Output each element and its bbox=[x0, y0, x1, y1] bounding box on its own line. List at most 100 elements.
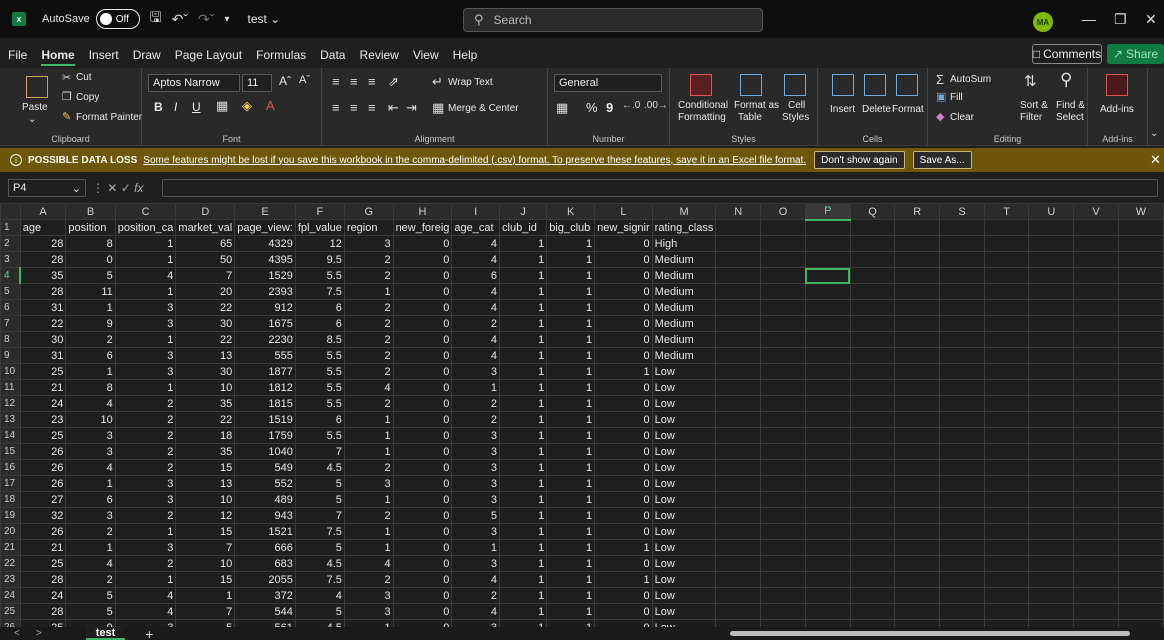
cell-j20[interactable]: 1 bbox=[499, 523, 548, 540]
cell-w11[interactable] bbox=[1117, 379, 1164, 396]
cell-t25[interactable] bbox=[983, 603, 1030, 620]
cell-w7[interactable] bbox=[1117, 315, 1164, 332]
cell-g6[interactable]: 2 bbox=[343, 299, 394, 316]
cell-q19[interactable] bbox=[849, 507, 896, 524]
format-as-table-icon[interactable] bbox=[740, 74, 762, 96]
cell-f25[interactable]: 5 bbox=[294, 603, 345, 620]
cell-o10[interactable] bbox=[760, 363, 806, 380]
row-header[interactable]: 20 bbox=[0, 523, 21, 540]
cell-e15[interactable]: 1040 bbox=[234, 443, 296, 460]
cell-g22[interactable]: 4 bbox=[343, 555, 394, 572]
cell-s17[interactable] bbox=[939, 475, 985, 492]
cell-g10[interactable]: 2 bbox=[343, 363, 394, 380]
cell-c11[interactable]: 1 bbox=[114, 379, 177, 396]
cell-u22[interactable] bbox=[1028, 555, 1075, 572]
cell-n2[interactable] bbox=[715, 235, 762, 252]
cell-w16[interactable] bbox=[1117, 459, 1164, 476]
cell-t2[interactable] bbox=[983, 235, 1030, 252]
cell-m13[interactable]: Low bbox=[651, 411, 717, 428]
cell-a12[interactable]: 24 bbox=[19, 395, 67, 412]
cell-v15[interactable] bbox=[1073, 443, 1119, 460]
cell-f2[interactable]: 12 bbox=[294, 235, 345, 252]
row-header[interactable]: 15 bbox=[0, 443, 21, 460]
tab-review[interactable]: Review bbox=[359, 48, 398, 62]
cell-j25[interactable]: 1 bbox=[499, 603, 548, 620]
cell-v10[interactable] bbox=[1073, 363, 1119, 380]
cell-w2[interactable] bbox=[1117, 235, 1164, 252]
cell-f7[interactable]: 6 bbox=[294, 315, 345, 332]
cell-m19[interactable]: Low bbox=[651, 507, 717, 524]
cell-j9[interactable]: 1 bbox=[499, 347, 548, 364]
column-header-c[interactable]: C bbox=[114, 203, 177, 220]
cell-n24[interactable] bbox=[715, 587, 762, 604]
cell-t12[interactable] bbox=[983, 395, 1030, 412]
cell-f22[interactable]: 4.5 bbox=[294, 555, 345, 572]
cell-c9[interactable]: 3 bbox=[114, 347, 177, 364]
cell-n26[interactable] bbox=[715, 619, 762, 627]
cell-p8[interactable] bbox=[804, 331, 851, 348]
select-all-corner[interactable] bbox=[0, 203, 21, 220]
cell-e7[interactable]: 1675 bbox=[234, 315, 296, 332]
cell-i23[interactable]: 4 bbox=[451, 571, 501, 588]
cell-j11[interactable]: 1 bbox=[499, 379, 548, 396]
cell-q25[interactable] bbox=[849, 603, 896, 620]
cell-q9[interactable] bbox=[849, 347, 896, 364]
cell-n4[interactable] bbox=[715, 267, 762, 284]
fill-color-icon[interactable]: ◈ bbox=[242, 98, 252, 114]
share-button[interactable]: ↗ Share bbox=[1107, 44, 1164, 64]
cell-w22[interactable] bbox=[1117, 555, 1164, 572]
prev-sheet-icon[interactable]: < bbox=[14, 628, 20, 639]
cell-r4[interactable] bbox=[894, 267, 941, 284]
cell-k3[interactable]: 1 bbox=[546, 251, 596, 268]
cell-n21[interactable] bbox=[715, 539, 762, 556]
cell-g13[interactable]: 1 bbox=[343, 411, 394, 428]
cell-b14[interactable]: 3 bbox=[65, 427, 116, 444]
cell-a2[interactable]: 28 bbox=[19, 235, 67, 252]
conditional-formatting-icon[interactable] bbox=[690, 74, 712, 96]
row-header[interactable]: 13 bbox=[0, 411, 21, 428]
next-sheet-icon[interactable]: > bbox=[36, 628, 42, 639]
cell-p5[interactable] bbox=[804, 283, 851, 300]
cell-k9[interactable]: 1 bbox=[546, 347, 596, 364]
cell-t3[interactable] bbox=[983, 251, 1030, 268]
cell-v4[interactable] bbox=[1073, 267, 1119, 284]
conditional-formatting-button-2[interactable]: Formatting bbox=[678, 112, 726, 123]
column-header-u[interactable]: U bbox=[1028, 203, 1075, 220]
format-as-table-button-2[interactable]: Table bbox=[738, 112, 762, 123]
cell-h17[interactable]: 0 bbox=[392, 475, 453, 492]
cell-b3[interactable]: 0 bbox=[65, 251, 116, 268]
cell-h12[interactable]: 0 bbox=[392, 395, 453, 412]
cell-j10[interactable]: 1 bbox=[499, 363, 548, 380]
cell-b6[interactable]: 1 bbox=[65, 299, 116, 316]
cell-d18[interactable]: 10 bbox=[175, 491, 236, 508]
cell-q5[interactable] bbox=[849, 283, 896, 300]
cell-w17[interactable] bbox=[1117, 475, 1164, 492]
cell-s15[interactable] bbox=[939, 443, 985, 460]
cell-k26[interactable]: 1 bbox=[546, 619, 596, 627]
cell-c21[interactable]: 3 bbox=[114, 539, 177, 556]
cell-p17[interactable] bbox=[804, 475, 851, 492]
number-format-select[interactable]: General bbox=[554, 74, 662, 92]
cell-u8[interactable] bbox=[1028, 331, 1075, 348]
cell-t16[interactable] bbox=[983, 459, 1030, 476]
row-header[interactable]: 21 bbox=[0, 539, 21, 556]
row-header[interactable]: 26 bbox=[0, 619, 21, 627]
cell-i21[interactable]: 1 bbox=[451, 539, 501, 556]
cell-i25[interactable]: 4 bbox=[451, 603, 501, 620]
cell-k24[interactable]: 1 bbox=[546, 587, 596, 604]
cell-w9[interactable] bbox=[1117, 347, 1164, 364]
cell-u2[interactable] bbox=[1028, 235, 1075, 252]
comma-button[interactable]: 9 bbox=[606, 100, 613, 115]
cell-q17[interactable] bbox=[849, 475, 896, 492]
cell-l19[interactable]: 0 bbox=[594, 507, 653, 524]
cell-k2[interactable]: 1 bbox=[546, 235, 596, 252]
tab-page-layout[interactable]: Page Layout bbox=[175, 48, 242, 62]
cell-t14[interactable] bbox=[983, 427, 1030, 444]
cell-r15[interactable] bbox=[894, 443, 941, 460]
cell-i5[interactable]: 4 bbox=[451, 283, 501, 300]
cell-l1[interactable]: new_signir bbox=[594, 219, 653, 236]
cell-i11[interactable]: 1 bbox=[451, 379, 501, 396]
cell-a7[interactable]: 22 bbox=[19, 315, 67, 332]
row-header[interactable]: 22 bbox=[0, 555, 21, 572]
cell-k7[interactable]: 1 bbox=[546, 315, 596, 332]
